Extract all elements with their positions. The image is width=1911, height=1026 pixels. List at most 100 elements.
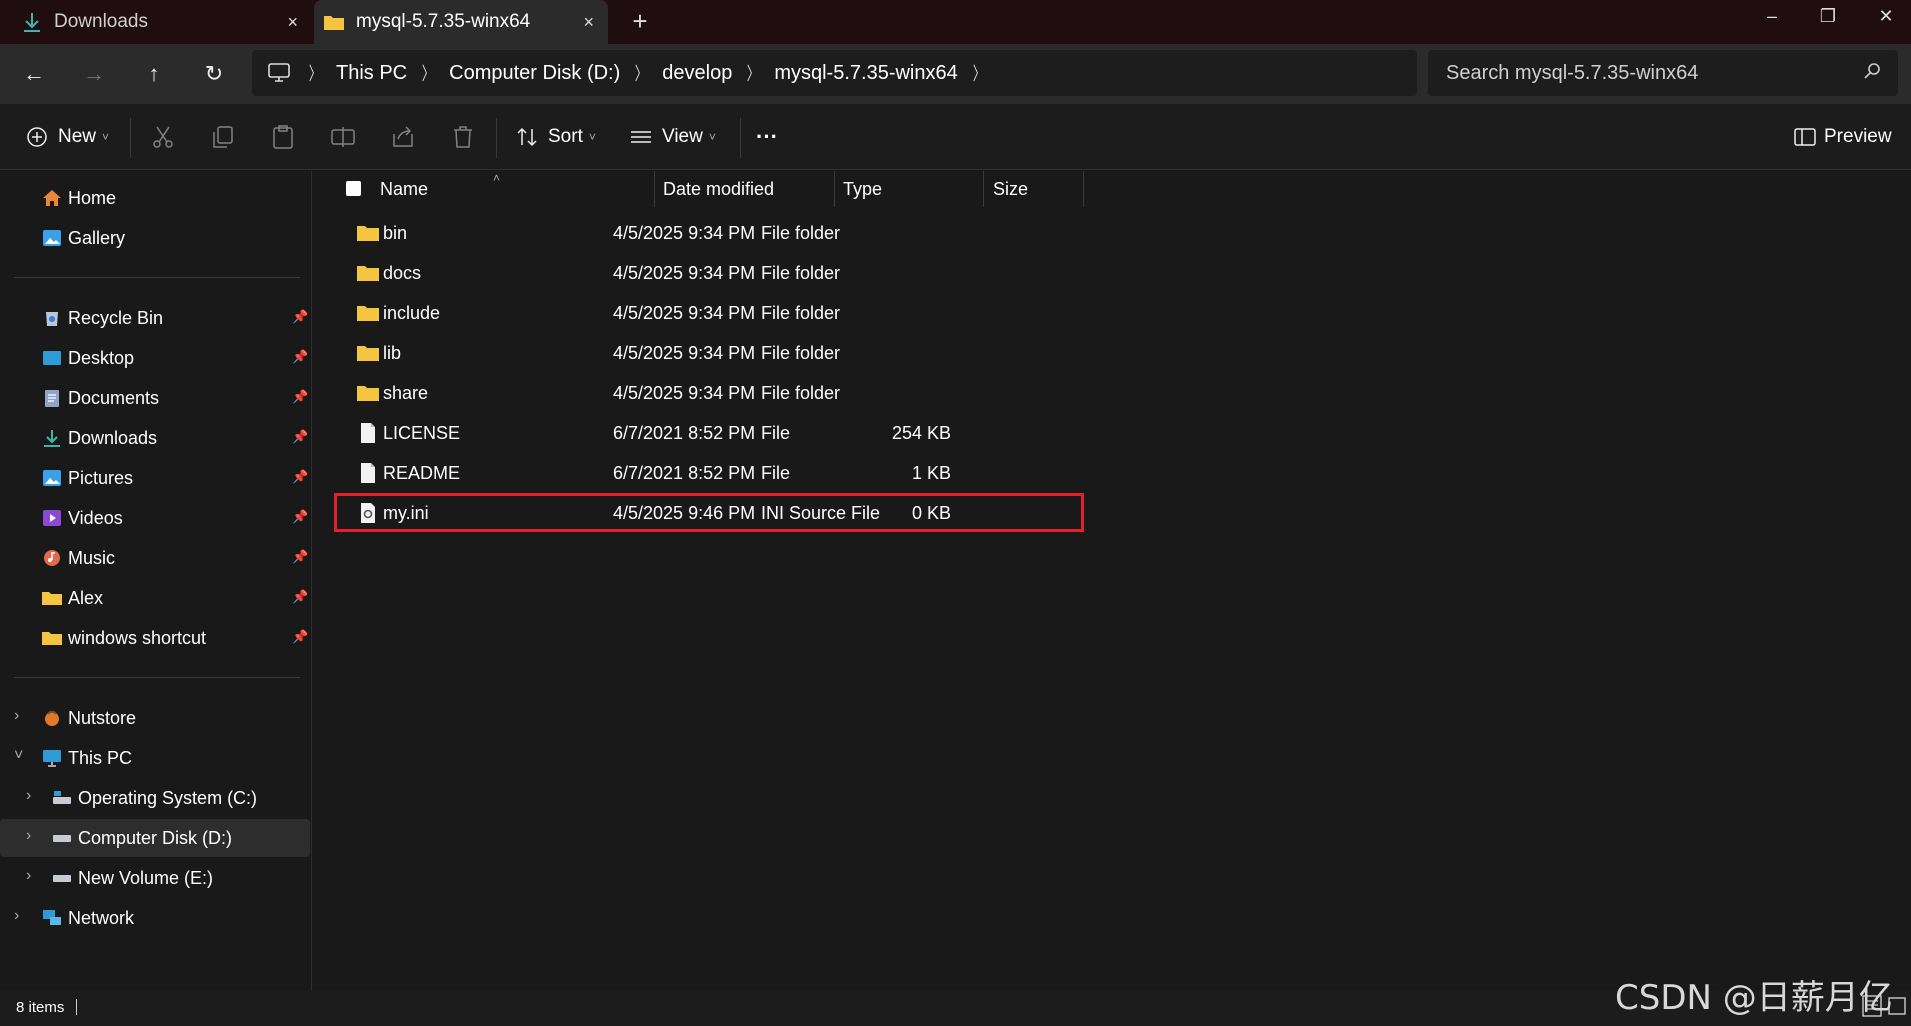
sidebar-item-drive-e[interactable]: › New Volume (E:) xyxy=(0,859,312,897)
divider xyxy=(740,118,741,158)
sidebar-item-windows-shortcut[interactable]: windows shortcut 📌 xyxy=(0,619,312,657)
column-size[interactable]: Size xyxy=(993,179,1028,200)
view-icon xyxy=(631,131,651,143)
chevron-right-icon: 〉 xyxy=(634,64,648,84)
chevron-right-icon[interactable]: › xyxy=(26,827,31,845)
divider xyxy=(76,999,77,1015)
chevron-right-icon: 〉 xyxy=(421,64,435,84)
column-type[interactable]: Type xyxy=(843,179,882,200)
tab-downloads[interactable]: Downloads × xyxy=(0,0,312,44)
divider xyxy=(14,677,300,678)
breadcrumb-computer-disk[interactable]: Computer Disk (D:) xyxy=(449,62,620,85)
drive-icon xyxy=(53,875,71,882)
file-list: ˄ Name Date modified Type Size bin 4/5/2… xyxy=(313,171,1911,991)
rename-icon[interactable] xyxy=(330,124,356,150)
refresh-button[interactable]: ↻ xyxy=(194,54,234,94)
share-icon[interactable] xyxy=(390,124,416,150)
column-divider[interactable] xyxy=(983,171,984,207)
sidebar-item-gallery[interactable]: Gallery xyxy=(0,219,312,257)
chevron-right-icon[interactable]: › xyxy=(26,787,31,805)
sidebar-item-downloads[interactable]: Downloads 📌 xyxy=(0,419,312,457)
chevron-down-icon: ˅ xyxy=(102,130,110,144)
chevron-down-icon[interactable]: ˅ xyxy=(14,747,23,765)
breadcrumb-this-pc[interactable]: This PC xyxy=(336,62,407,85)
pin-icon: 📌 xyxy=(292,389,309,404)
sidebar-item-network[interactable]: › Network xyxy=(0,899,312,937)
search-icon xyxy=(1864,62,1882,80)
file-row-docs[interactable]: docs 4/5/2025 9:34 PM File folder xyxy=(333,253,1083,293)
sidebar-item-music[interactable]: Music 📌 xyxy=(0,539,312,577)
file-row-bin[interactable]: bin 4/5/2025 9:34 PM File folder xyxy=(333,213,1083,253)
minimize-button[interactable]: – xyxy=(1752,6,1792,27)
sort-button[interactable]: Sort ˅ xyxy=(516,122,596,152)
column-divider[interactable] xyxy=(1083,171,1084,207)
folder-icon xyxy=(357,306,379,321)
folder-icon xyxy=(42,632,62,645)
back-button[interactable]: ← xyxy=(14,54,54,94)
sidebar-item-alex[interactable]: Alex 📌 xyxy=(0,579,312,617)
cut-icon[interactable] xyxy=(150,124,176,150)
chevron-right-icon[interactable]: › xyxy=(26,867,31,885)
sidebar-item-this-pc[interactable]: ˅ This PC xyxy=(0,739,312,777)
up-button[interactable]: ↑ xyxy=(134,54,174,94)
close-tab-icon[interactable]: × xyxy=(583,12,594,33)
file-row-share[interactable]: share 4/5/2025 9:34 PM File folder xyxy=(333,373,1083,413)
column-date-modified[interactable]: Date modified xyxy=(663,179,774,200)
file-row-readme[interactable]: README 6/7/2021 8:52 PM File 1 KB xyxy=(333,453,1083,493)
address-bar[interactable]: 〉 This PC 〉 Computer Disk (D:) 〉 develop… xyxy=(252,50,1417,96)
file-row-include[interactable]: include 4/5/2025 9:34 PM File folder xyxy=(333,293,1083,333)
delete-icon[interactable] xyxy=(450,124,476,150)
view-button[interactable]: View ˅ xyxy=(630,122,716,152)
preview-button[interactable]: Preview xyxy=(1794,122,1892,152)
search-input[interactable]: Search mysql-5.7.35-winx64 xyxy=(1446,62,1698,85)
drive-icon xyxy=(53,835,71,842)
sidebar-item-drive-c[interactable]: › Operating System (C:) xyxy=(0,779,312,817)
column-name[interactable]: Name xyxy=(380,179,428,200)
sidebar-item-recycle-bin[interactable]: Recycle Bin 📌 xyxy=(0,299,312,337)
drive-icon xyxy=(53,791,71,804)
breadcrumb-mysql[interactable]: mysql-5.7.35-winx64 xyxy=(774,62,957,85)
title-bar: Downloads × mysql-5.7.35-winx64 × + – ❐ … xyxy=(0,0,1911,44)
downloads-icon xyxy=(22,11,42,33)
sidebar-item-nutstore[interactable]: › Nutstore xyxy=(0,699,312,737)
close-tab-icon[interactable]: × xyxy=(287,12,298,33)
folder-icon xyxy=(324,14,344,30)
sidebar-item-drive-d[interactable]: › Computer Disk (D:) xyxy=(0,819,310,857)
chevron-right-icon: 〉 xyxy=(747,64,760,84)
chevron-right-icon[interactable]: › xyxy=(14,707,19,725)
documents-icon xyxy=(45,390,59,407)
new-tab-button[interactable]: + xyxy=(625,6,655,37)
sidebar-item-home[interactable]: Home xyxy=(0,179,312,217)
recycle-bin-icon xyxy=(46,312,58,326)
chevron-down-icon: ˅ xyxy=(708,130,716,144)
sidebar-item-videos[interactable]: Videos 📌 xyxy=(0,499,312,537)
restore-button[interactable]: ❐ xyxy=(1808,6,1848,27)
select-all-checkbox[interactable] xyxy=(346,181,361,196)
plus-circle-icon xyxy=(27,127,47,147)
sort-icon xyxy=(517,127,537,147)
file-icon xyxy=(361,463,375,483)
sidebar-item-desktop[interactable]: Desktop 📌 xyxy=(0,339,312,377)
chevron-down-icon: ˅ xyxy=(588,130,596,144)
file-row-license[interactable]: LICENSE 6/7/2021 8:52 PM File 254 KB xyxy=(333,413,1083,453)
breadcrumb-develop[interactable]: develop xyxy=(662,62,732,85)
column-divider[interactable] xyxy=(834,171,835,207)
close-window-button[interactable]: ✕ xyxy=(1866,6,1906,27)
pin-icon: 📌 xyxy=(292,429,309,444)
new-button[interactable]: New ˅ xyxy=(26,122,109,152)
sidebar-item-pictures[interactable]: Pictures 📌 xyxy=(0,459,312,497)
sidebar-item-documents[interactable]: Documents 📌 xyxy=(0,379,312,417)
file-row-lib[interactable]: lib 4/5/2025 9:34 PM File folder xyxy=(333,333,1083,373)
more-options-button[interactable]: ··· xyxy=(756,122,778,152)
forward-button[interactable]: → xyxy=(74,54,114,94)
paste-icon[interactable] xyxy=(270,124,296,150)
search-box[interactable]: Search mysql-5.7.35-winx64 xyxy=(1428,50,1898,96)
column-divider[interactable] xyxy=(654,171,655,207)
sort-ascending-icon: ˄ xyxy=(493,171,501,185)
copy-icon[interactable] xyxy=(210,124,236,150)
home-icon xyxy=(43,190,61,206)
chevron-right-icon[interactable]: 〉 xyxy=(972,60,985,86)
tab-mysql[interactable]: mysql-5.7.35-winx64 × xyxy=(314,0,608,44)
computer-icon xyxy=(268,63,290,83)
chevron-right-icon[interactable]: › xyxy=(14,907,19,925)
